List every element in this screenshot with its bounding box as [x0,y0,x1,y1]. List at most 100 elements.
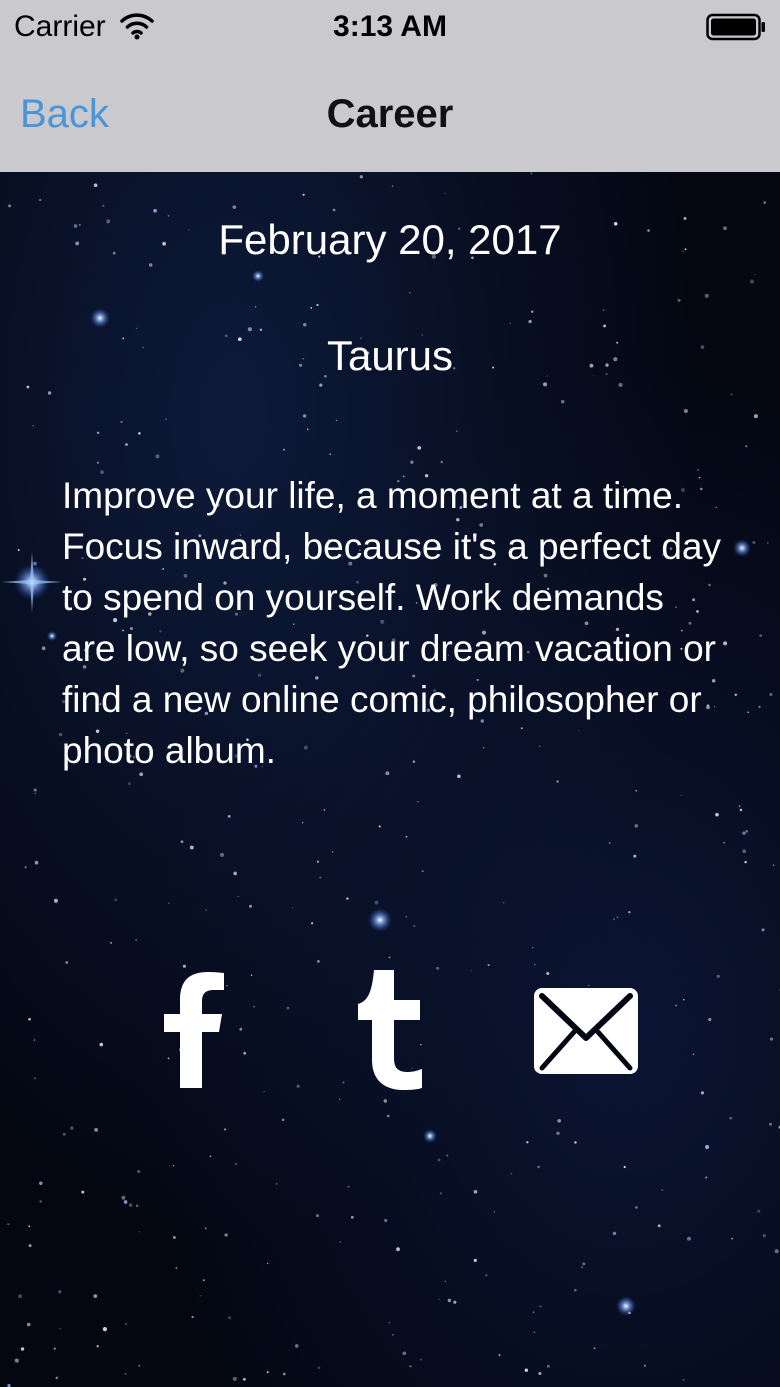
star-dot [243,1377,246,1381]
tumblr-icon[interactable] [356,970,428,1090]
star-dot [602,309,605,311]
star-dot [705,1144,710,1150]
star-dot [635,789,638,792]
star-dot [248,904,253,908]
star-dot [405,915,408,918]
star-dot [493,1211,496,1213]
star-dot [683,408,688,414]
star-dot [603,324,607,328]
star-dot [137,1170,141,1173]
mail-icon[interactable] [532,986,640,1076]
star-dot [446,1154,449,1157]
star-dot [388,1321,391,1324]
star-dot [301,821,304,824]
star-dot [32,425,35,427]
star-dot [384,1218,388,1222]
star-dot [323,809,326,811]
starfield-background: February 20, 2017 Taurus Improve your li… [0,172,780,1387]
star-dot [172,1236,176,1239]
star-dot [510,1172,513,1175]
star-dot [391,1333,394,1336]
star-dot [39,199,42,202]
star-dot [731,1237,733,1240]
star-dot [383,1099,388,1103]
star-dot [199,1295,201,1297]
star-dot [761,928,765,932]
star-dot [96,431,100,435]
star-dot [114,898,118,902]
star-dot [769,1122,772,1126]
share-buttons [0,962,780,1092]
star-dot [753,414,758,419]
star-dot [633,854,637,858]
back-button[interactable]: Back [20,92,109,136]
star-dot [581,1266,583,1268]
star-dot [53,898,58,903]
star-dot [705,1176,708,1179]
star-dot [26,385,30,389]
star-dot [762,1234,766,1238]
star-dot [267,1262,269,1265]
star-dot [421,870,424,873]
star-dot [409,292,411,294]
star-dot [526,1141,529,1144]
star-dot [528,319,532,324]
star-dot [378,825,381,828]
star-dot [413,925,416,927]
star-dot [319,383,323,387]
star-dot [110,941,113,944]
star-dot [310,307,313,309]
star-dot [346,897,349,900]
star-dot [573,1288,577,1292]
app-screen: Carrier 3:13 AM Back Career February 20,… [0,0,780,1387]
star-dot [93,1294,98,1298]
horoscope-date: February 20, 2017 [218,216,562,263]
star-dot [543,382,547,387]
status-time: 3:13 AM [333,10,447,43]
star-dot [643,1364,647,1367]
star-dot [680,794,682,797]
star-dot [657,1224,661,1228]
star-dot [8,204,12,208]
star-dot [560,399,565,404]
facebook-icon[interactable] [158,970,228,1088]
star-dot [388,956,391,959]
star-dot [165,418,167,420]
star-dot [608,842,611,844]
star-dot [102,204,105,207]
star-dot [613,918,615,921]
star-dot [135,1204,139,1207]
star-dot [127,782,131,786]
star-dot [202,1279,205,1282]
star-dot [417,445,422,450]
star-dot [331,850,334,853]
star-dot [59,1328,61,1330]
star-dot [219,852,225,857]
star-dot [742,849,747,854]
star-dot [18,1294,23,1299]
star-dot [757,1209,761,1213]
star-dot [306,428,309,431]
star-dot [582,1262,586,1266]
star-dot [419,1358,422,1361]
star-dot [661,1188,664,1191]
star-dot [359,175,363,179]
star-dot [769,692,773,697]
star-dot [417,801,419,803]
star-dot [93,183,98,188]
star-dot [316,1214,319,1218]
star-dot [70,1126,74,1130]
star-dot [232,205,237,209]
star-dot [498,1354,501,1357]
star-dot [302,414,307,418]
star-dot [391,185,394,188]
star-dot [556,1131,560,1135]
star-dot [224,1233,228,1237]
star-dot [758,705,761,708]
star-dot [47,391,52,395]
star-dot [682,1378,685,1381]
star-dot [136,327,138,330]
star-dot [618,382,623,387]
star-dot [58,1290,62,1294]
star-dot [94,1127,99,1132]
